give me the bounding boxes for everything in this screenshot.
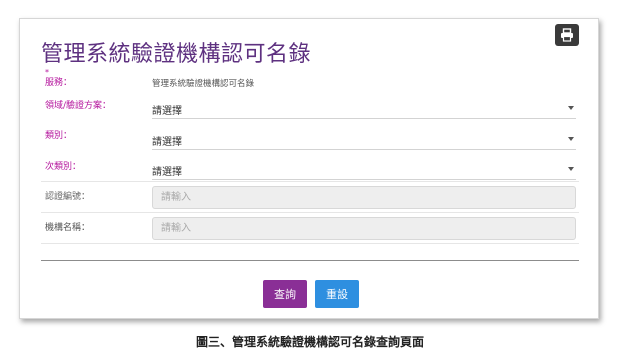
subcategory-label: 次類別： bbox=[45, 162, 82, 172]
print-icon bbox=[561, 28, 573, 42]
chevron-down-icon bbox=[568, 106, 574, 110]
cert-number-input[interactable] bbox=[152, 186, 576, 209]
row-divider bbox=[41, 243, 579, 244]
org-name-label: 機構名稱： bbox=[45, 223, 91, 233]
org-name-input[interactable] bbox=[152, 217, 576, 240]
subcategory-selected: 請選擇 bbox=[152, 167, 182, 178]
chevron-down-icon bbox=[568, 137, 574, 141]
print-button[interactable] bbox=[555, 24, 579, 46]
figure-caption: 圖三、管理系統驗證機構認可名錄查詢頁面 bbox=[195, 335, 424, 349]
category-selected: 請選擇 bbox=[152, 137, 182, 148]
domain-scheme-label: 領域/驗證方案： bbox=[45, 101, 112, 111]
domain-scheme-selected: 請選擇 bbox=[152, 106, 182, 117]
service-value: 管理系統驗證機構認可名錄 bbox=[152, 79, 255, 89]
subcategory-select[interactable]: 請選擇 bbox=[152, 158, 576, 180]
row-divider bbox=[41, 212, 579, 213]
service-label: 服務： bbox=[45, 78, 73, 88]
query-button[interactable]: 查詢 bbox=[263, 280, 307, 308]
chevron-down-icon bbox=[568, 167, 574, 171]
page-title: 管理系統驗證機構認可名錄 bbox=[41, 42, 312, 67]
form-divider bbox=[41, 260, 579, 261]
category-select[interactable]: 請選擇 bbox=[152, 128, 576, 150]
cert-number-label: 認證編號： bbox=[45, 192, 91, 202]
domain-scheme-select[interactable]: 請選擇 bbox=[152, 97, 576, 119]
reset-button[interactable]: 重設 bbox=[315, 280, 359, 308]
row-divider bbox=[41, 181, 579, 182]
category-label: 類別： bbox=[45, 131, 73, 141]
